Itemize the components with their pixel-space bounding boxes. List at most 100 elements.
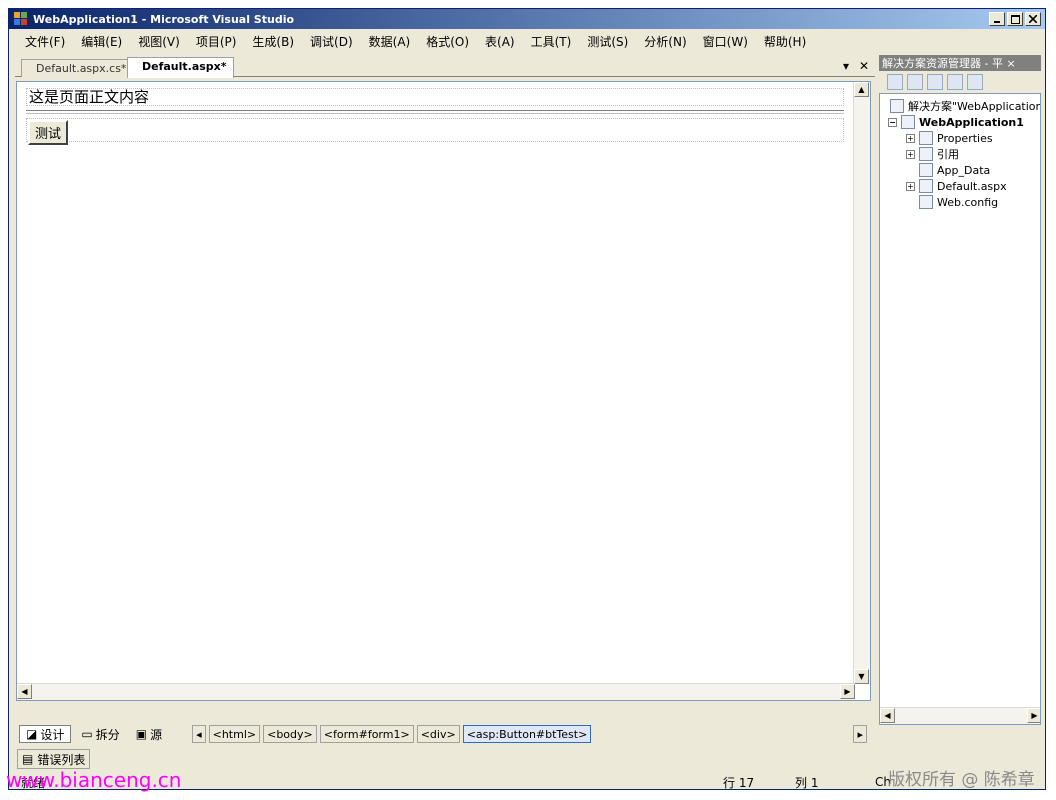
menu-view[interactable]: 视图(V) <box>130 31 188 52</box>
tree-node-label: 解决方案"WebApplication1 <box>908 100 1041 113</box>
maximize-button[interactable] <box>1007 12 1023 26</box>
page-body-text[interactable]: 这是页面正文内容 <box>26 88 844 106</box>
menu-table[interactable]: 表(A) <box>477 31 523 52</box>
view-designer-icon[interactable] <box>967 74 983 90</box>
close-button[interactable] <box>1025 12 1041 26</box>
tree-node-app-data[interactable]: App_Data <box>919 162 990 178</box>
form-div[interactable]: 测试 <box>26 118 844 145</box>
tree-node-label: Default.aspx <box>937 179 1007 193</box>
design-surface[interactable]: 这是页面正文内容 测试 ▲ ▼ ◀ ▶ <box>16 81 871 701</box>
test-button[interactable]: 测试 <box>28 120 68 145</box>
solution-explorer-title: 解决方案资源管理器 - 平 × <box>879 55 1041 71</box>
visual-studio-icon <box>14 12 27 25</box>
maximize-icon <box>1010 14 1020 24</box>
aspx-file-icon <box>919 179 933 193</box>
title-bar: WebApplication1 - Microsoft Visual Studi… <box>9 9 1045 29</box>
tree-node-properties[interactable]: + Properties <box>906 130 993 146</box>
tag-asp-button[interactable]: <asp:Button#btTest> <box>462 725 592 743</box>
collapse-icon[interactable]: − <box>888 117 897 127</box>
window-title: WebApplication1 - Microsoft Visual Studi… <box>33 12 295 26</box>
show-all-files-icon[interactable] <box>907 74 923 90</box>
menu-data[interactable]: 数据(A) <box>361 31 419 52</box>
view-split-button[interactable]: ▭ 拆分 <box>75 725 125 743</box>
view-code-icon[interactable] <box>947 74 963 90</box>
menu-window[interactable]: 窗口(W) <box>695 31 756 52</box>
menu-analyze[interactable]: 分析(N) <box>636 31 694 52</box>
scroll-right-icon[interactable]: ▶ <box>1027 708 1040 723</box>
expand-icon[interactable]: + <box>906 133 915 143</box>
close-icon <box>1029 15 1037 23</box>
menu-project[interactable]: 项目(P) <box>188 31 245 52</box>
watermark-right: 版权所有 @ 陈希章 <box>888 770 1035 790</box>
tag-nav-left-icon[interactable]: ◂ <box>192 725 206 743</box>
view-design-button[interactable]: ◪ 设计 <box>19 725 72 743</box>
menu-build[interactable]: 生成(B) <box>244 31 302 52</box>
error-list-label: 错误列表 <box>37 752 86 767</box>
view-split-label: 拆分 <box>95 727 120 742</box>
web-project-icon <box>901 115 915 129</box>
expand-icon[interactable]: + <box>906 149 915 159</box>
tree-node-web-config[interactable]: Web.config <box>919 194 998 210</box>
tag-nav-right-icon[interactable]: ▸ <box>853 725 867 743</box>
error-list-tab[interactable]: ▤ 错误列表 <box>17 749 91 769</box>
horizontal-scrollbar[interactable]: ◀ ▶ <box>17 683 855 700</box>
design-view-icon: ◪ <box>26 727 38 741</box>
status-row: 行 17 <box>723 775 755 790</box>
solution-explorer-title-text: 解决方案资源管理器 - 平 × <box>882 57 1016 70</box>
view-design-label: 设计 <box>40 727 65 742</box>
folder-icon <box>919 163 933 177</box>
scroll-right-icon[interactable]: ▶ <box>840 684 855 699</box>
menu-test[interactable]: 测试(S) <box>579 31 636 52</box>
config-file-icon <box>919 195 933 209</box>
scroll-left-icon[interactable]: ◀ <box>880 708 895 723</box>
menu-help[interactable]: 帮助(H) <box>756 31 814 52</box>
tag-form[interactable]: <form#form1> <box>319 725 414 743</box>
scroll-up-icon[interactable]: ▲ <box>854 82 869 97</box>
menu-format[interactable]: 格式(O) <box>418 31 477 52</box>
tree-node-label: WebApplication1 <box>919 115 1024 129</box>
minimize-icon <box>994 21 1000 23</box>
tree-node-default-aspx[interactable]: + Default.aspx <box>906 178 1007 194</box>
menu-file[interactable]: 文件(F) <box>17 31 73 52</box>
properties-folder-icon <box>919 131 933 145</box>
menu-tools[interactable]: 工具(T) <box>523 31 580 52</box>
refresh-icon[interactable] <box>927 74 943 90</box>
status-col: 列 1 <box>795 775 819 790</box>
solution-explorer-toolbar <box>879 71 1041 93</box>
solution-tree[interactable]: 解决方案"WebApplication1 − WebApplication1 +… <box>879 93 1041 725</box>
tag-body[interactable]: <body> <box>263 725 317 743</box>
tree-node-solution[interactable]: 解决方案"WebApplication1 <box>890 98 1041 114</box>
horizontal-rule[interactable] <box>26 110 844 114</box>
view-bar: ◪ 设计 ▭ 拆分 ▣ 源 ◂ <html> <body> <form#form… <box>15 723 871 745</box>
tree-node-label: Web.config <box>937 195 999 209</box>
tab-dropdown-icon[interactable]: ▾ <box>843 59 849 73</box>
watermark-left: www.bianceng.cn <box>6 768 182 792</box>
scroll-left-icon[interactable]: ◀ <box>17 684 32 699</box>
tab-default-aspx-cs[interactable]: Default.aspx.cs* <box>21 59 134 77</box>
tree-node-project[interactable]: − WebApplication1 <box>888 114 1024 130</box>
properties-icon[interactable] <box>887 74 903 90</box>
tab-close-icon[interactable]: ✕ <box>859 59 869 73</box>
tag-html[interactable]: <html> <box>208 725 261 743</box>
solution-explorer: 解决方案资源管理器 - 平 × 解决方案"WebApplication1 − W… <box>879 55 1041 742</box>
error-list-icon: ▤ <box>22 752 34 766</box>
tree-node-label: 引用 <box>937 148 959 161</box>
vertical-scrollbar[interactable]: ▲ ▼ <box>853 82 870 684</box>
view-source-button[interactable]: ▣ 源 <box>130 725 168 743</box>
tree-horizontal-scrollbar[interactable]: ◀ ▶ <box>880 707 1040 724</box>
source-view-icon: ▣ <box>135 727 148 741</box>
view-source-label: 源 <box>150 727 163 742</box>
menu-debug[interactable]: 调试(D) <box>302 31 361 52</box>
editor-area: Default.aspx.cs* Default.aspx* ▾ ✕ 这是页面正… <box>15 55 875 745</box>
scroll-down-icon[interactable]: ▼ <box>854 669 869 684</box>
tree-node-references[interactable]: + 引用 <box>906 146 959 162</box>
tag-div[interactable]: <div> <box>416 725 460 743</box>
tab-default-aspx[interactable]: Default.aspx* <box>127 57 234 78</box>
expand-icon[interactable]: + <box>906 181 915 191</box>
menu-edit[interactable]: 编辑(E) <box>73 31 130 52</box>
document-tabs: Default.aspx.cs* Default.aspx* ▾ ✕ <box>15 55 875 78</box>
solution-icon <box>890 99 904 113</box>
minimize-button[interactable] <box>989 12 1005 26</box>
vs-window: WebApplication1 - Microsoft Visual Studi… <box>8 8 1046 790</box>
split-view-icon: ▭ <box>81 727 93 741</box>
